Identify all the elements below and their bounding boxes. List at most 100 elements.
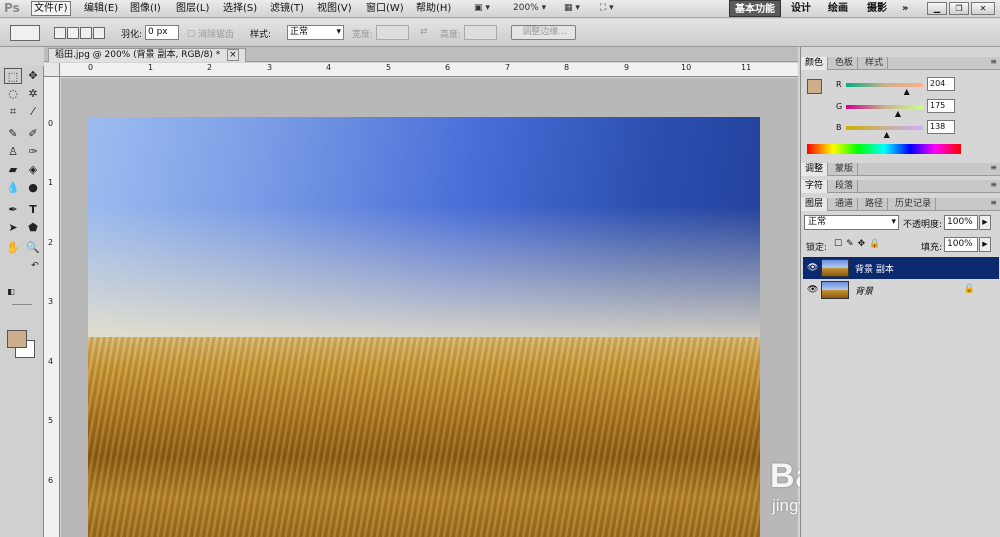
hand-tool-icon[interactable]: ✋ bbox=[4, 240, 22, 256]
marquee-preset-icon[interactable] bbox=[10, 25, 40, 41]
menu-layer[interactable]: 图层(L) bbox=[174, 2, 211, 15]
intersect-selection-icon[interactable] bbox=[93, 27, 105, 39]
panel-menu-icon[interactable]: ≡ bbox=[990, 57, 997, 66]
panel-menu-icon[interactable]: ≡ bbox=[990, 198, 997, 207]
lock-options-icons[interactable]: ☐✎✥🔒 bbox=[834, 239, 884, 249]
workspace-painting[interactable]: 绘画 bbox=[823, 0, 853, 17]
tab-color[interactable]: 颜色 bbox=[801, 57, 829, 70]
visibility-eye-icon[interactable]: 👁 bbox=[807, 285, 818, 295]
paint-bucket-tool-icon[interactable]: ◈ bbox=[24, 162, 42, 178]
default-colors-icon[interactable]: ◧ bbox=[2, 284, 20, 300]
r-slider[interactable] bbox=[846, 83, 923, 87]
workspace-essentials[interactable]: 基本功能 bbox=[729, 0, 781, 17]
type-tool-icon[interactable]: T bbox=[24, 202, 42, 218]
fill-input[interactable]: 100% bbox=[944, 237, 978, 252]
magic-wand-tool-icon[interactable]: ✲ bbox=[24, 86, 42, 102]
brush-tool-icon[interactable]: ✐ bbox=[24, 126, 42, 142]
fill-arrow-icon[interactable]: ▶ bbox=[979, 237, 991, 252]
eyedropper-tool-icon[interactable]: ⁄ bbox=[24, 104, 42, 120]
restore-button[interactable]: ❐ bbox=[949, 2, 969, 15]
layer-row-background-copy[interactable]: 👁 背景 副本 bbox=[803, 257, 999, 279]
b-input[interactable]: 138 bbox=[927, 120, 955, 134]
new-selection-icon[interactable] bbox=[54, 27, 66, 39]
b-slider-thumb[interactable]: ▲ bbox=[884, 130, 890, 139]
crop-tool-icon[interactable]: ⌗ bbox=[4, 104, 22, 120]
menu-edit[interactable]: 编辑(E) bbox=[82, 2, 120, 15]
zoom-level-dropdown[interactable]: 200% ▾ bbox=[513, 1, 546, 16]
swap-colors-icon[interactable]: ↶ bbox=[26, 258, 44, 274]
close-tab-icon[interactable]: × bbox=[227, 49, 239, 61]
antialias-checkbox[interactable]: ☐ 消除锯齿 bbox=[187, 27, 234, 40]
workspace-design[interactable]: 设计 bbox=[786, 0, 816, 17]
tab-history[interactable]: 历史记录 bbox=[891, 198, 937, 211]
menu-window[interactable]: 窗口(W) bbox=[364, 2, 406, 15]
rect-marquee-tool-icon[interactable]: ⬚ bbox=[4, 68, 22, 84]
refine-edge-button[interactable]: 调整边缘... bbox=[511, 25, 576, 40]
document-tab[interactable]: 稻田.jpg @ 200% (背景 副本, RGB/8) * × bbox=[48, 48, 246, 62]
r-slider-thumb[interactable]: ▲ bbox=[904, 87, 910, 96]
feather-input[interactable]: 0 px bbox=[145, 25, 179, 40]
shape-tool-icon[interactable]: ⬟ bbox=[24, 220, 42, 236]
height-input[interactable] bbox=[464, 25, 497, 40]
subtract-selection-icon[interactable] bbox=[80, 27, 92, 39]
blur-tool-icon[interactable]: 💧 bbox=[4, 180, 22, 196]
opacity-input[interactable]: 100% bbox=[944, 215, 978, 230]
tab-character[interactable]: 字符 bbox=[801, 180, 829, 193]
menu-view[interactable]: 视图(V) bbox=[315, 2, 354, 15]
close-window-button[interactable]: ✕ bbox=[971, 2, 995, 15]
move-tool-icon[interactable]: ✥ bbox=[24, 68, 42, 84]
eraser-tool-icon[interactable]: ▰ bbox=[4, 162, 22, 178]
menu-select[interactable]: 选择(S) bbox=[221, 2, 259, 15]
swap-icon[interactable]: ⇄ bbox=[420, 27, 428, 37]
menu-file[interactable]: 文件(F) bbox=[31, 1, 71, 16]
width-input[interactable] bbox=[376, 25, 409, 40]
document-image[interactable] bbox=[88, 117, 760, 537]
workspace-more[interactable]: » bbox=[897, 0, 913, 17]
arrange-docs-icon[interactable]: ▦ ▾ bbox=[564, 1, 580, 16]
r-input[interactable]: 204 bbox=[927, 77, 955, 91]
tab-masks[interactable]: 蒙版 bbox=[831, 163, 859, 176]
menu-image[interactable]: 图像(I) bbox=[128, 2, 163, 15]
layer-row-background[interactable]: 👁 背景 🔒 bbox=[803, 279, 999, 301]
tab-paragraph[interactable]: 段落 bbox=[831, 180, 859, 193]
screen-fit-icon[interactable]: ⛶ ▾ bbox=[600, 1, 614, 16]
pen-tool-icon[interactable]: ✒ bbox=[4, 202, 22, 218]
tab-layers[interactable]: 图层 bbox=[801, 198, 829, 211]
opacity-arrow-icon[interactable]: ▶ bbox=[979, 215, 991, 230]
panel-menu-icon[interactable]: ≡ bbox=[990, 180, 997, 189]
panel-menu-icon[interactable]: ≡ bbox=[990, 163, 997, 172]
dodge-tool-icon[interactable]: ● bbox=[24, 180, 42, 196]
minimize-button[interactable]: ▁ bbox=[927, 2, 947, 15]
history-brush-tool-icon[interactable]: ✑ bbox=[24, 144, 42, 160]
healing-brush-tool-icon[interactable]: ✎ bbox=[4, 126, 22, 142]
foreground-color-swatch[interactable] bbox=[7, 330, 27, 348]
g-slider[interactable] bbox=[846, 105, 923, 109]
vertical-ruler[interactable]: 0 1 2 3 4 5 6 bbox=[44, 77, 60, 537]
tab-paths[interactable]: 路径 bbox=[861, 198, 889, 211]
blend-mode-select[interactable]: 正常 ▾ bbox=[804, 215, 899, 230]
clone-stamp-tool-icon[interactable]: ♙ bbox=[4, 144, 22, 160]
style-select[interactable]: 正常 ▾ bbox=[287, 25, 344, 40]
color-panel-fg-swatch[interactable] bbox=[807, 79, 822, 94]
tab-channels[interactable]: 通道 bbox=[831, 198, 859, 211]
zoom-tool-icon[interactable]: 🔍 bbox=[24, 240, 42, 256]
tab-styles[interactable]: 样式 bbox=[861, 57, 889, 70]
visibility-eye-icon[interactable]: 👁 bbox=[807, 263, 818, 273]
ruler-origin[interactable] bbox=[44, 63, 60, 77]
menu-filter[interactable]: 滤镜(T) bbox=[268, 2, 306, 15]
horizontal-ruler[interactable]: 0 1 2 3 4 5 6 7 8 9 10 11 bbox=[60, 63, 798, 77]
g-slider-thumb[interactable]: ▲ bbox=[895, 109, 901, 118]
lasso-tool-icon[interactable]: ◌ bbox=[4, 86, 22, 102]
tab-swatches[interactable]: 色板 bbox=[831, 57, 859, 70]
toolbox: ⬚ ✥ ◌ ✲ ⌗ ⁄ ✎ ✐ ♙ ✑ ▰ ◈ 💧 ● ✒ T ➤ ⬟ ✋ 🔍 … bbox=[0, 66, 44, 537]
path-select-tool-icon[interactable]: ➤ bbox=[4, 220, 22, 236]
menu-help[interactable]: 帮助(H) bbox=[414, 2, 453, 15]
chevron-down-icon: ▾ bbox=[336, 27, 341, 37]
add-selection-icon[interactable] bbox=[67, 27, 79, 39]
color-spectrum-ramp[interactable] bbox=[807, 144, 961, 154]
b-label: B bbox=[836, 123, 842, 132]
g-input[interactable]: 175 bbox=[927, 99, 955, 113]
workspace-photography[interactable]: 摄影 bbox=[862, 0, 892, 17]
screen-mode-icon[interactable]: ▣ ▾ bbox=[474, 1, 490, 16]
tab-adjustments[interactable]: 调整 bbox=[801, 163, 829, 176]
